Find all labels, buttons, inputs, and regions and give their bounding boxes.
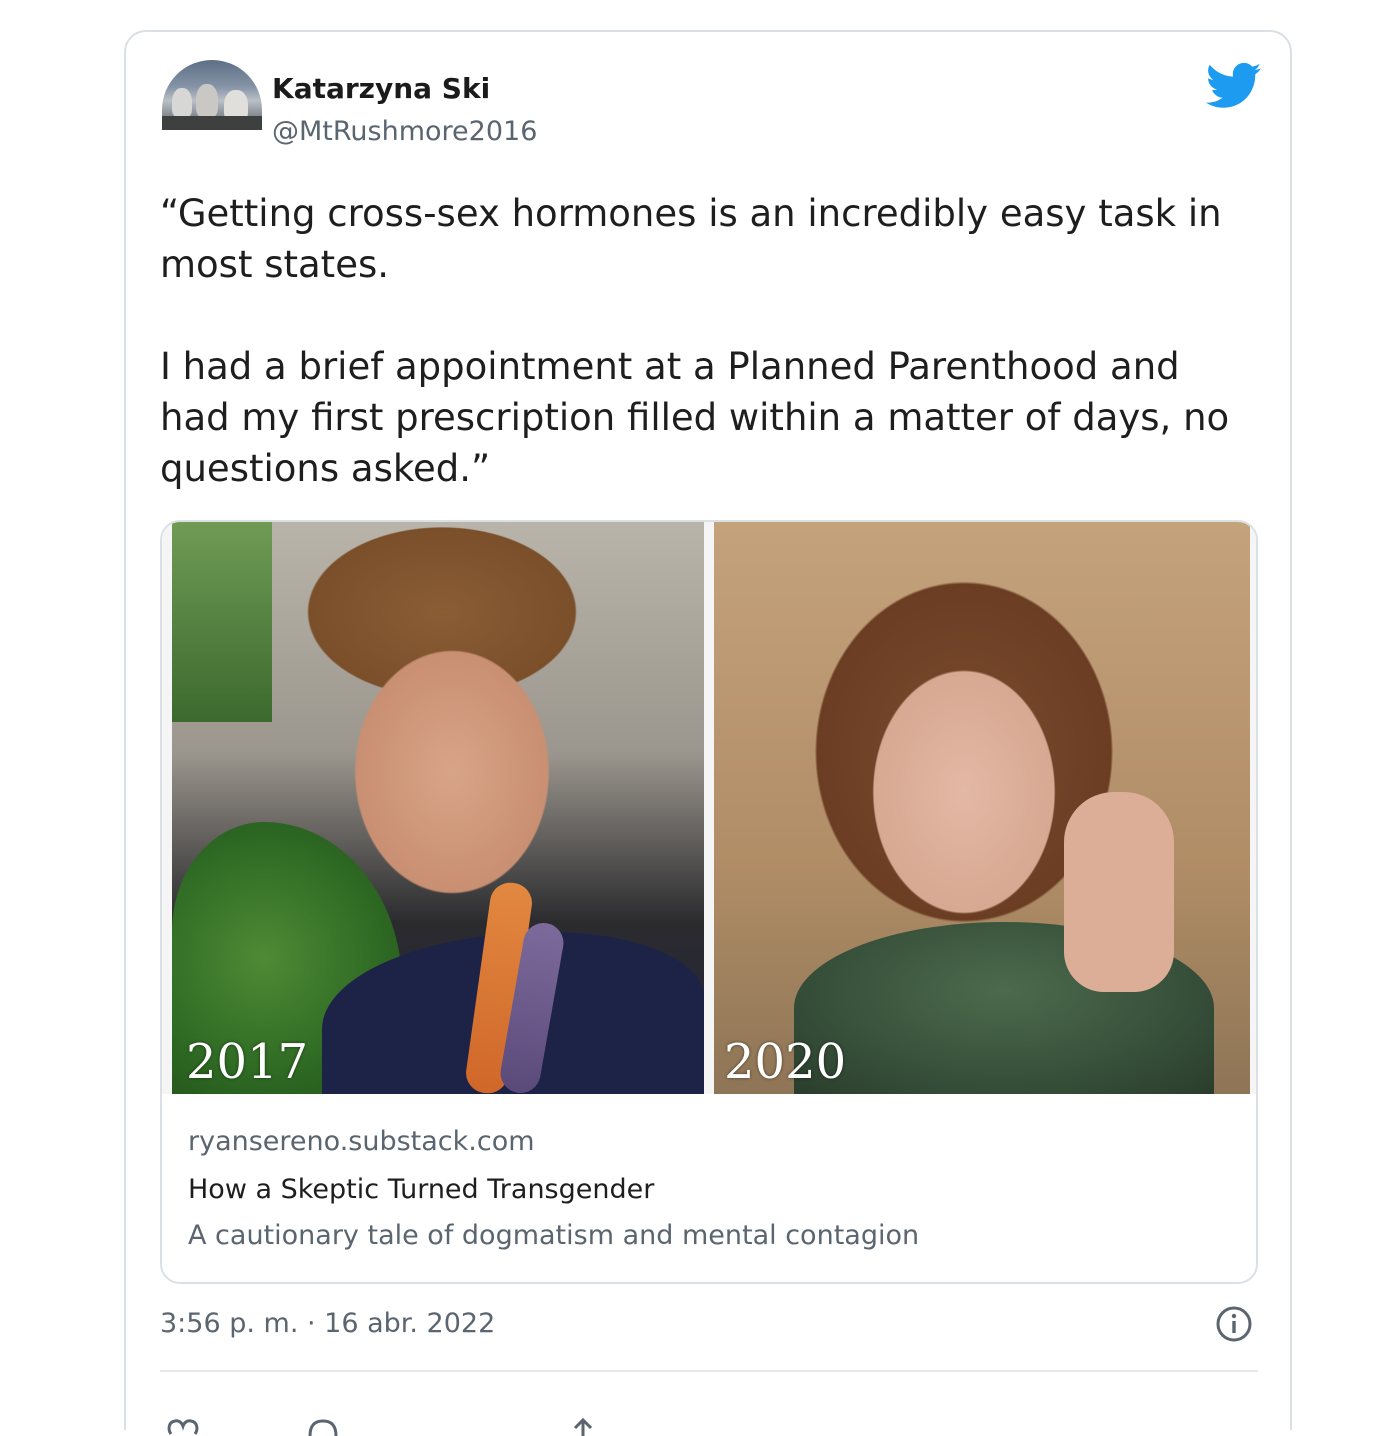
twitter-bird-icon[interactable] xyxy=(1206,62,1262,110)
author-handle[interactable]: @MtRushmore2016 xyxy=(272,116,537,147)
reply-icon[interactable] xyxy=(306,1416,340,1436)
link-description: A cautionary tale of dogmatism and menta… xyxy=(188,1220,920,1251)
car-window xyxy=(172,522,272,722)
tweet-timestamp[interactable]: 3:56 p. m. · 16 abr. 2022 xyxy=(160,1308,495,1339)
info-icon[interactable] xyxy=(1214,1304,1254,1344)
year-label-2017: 2017 xyxy=(186,1034,309,1090)
hand xyxy=(1064,792,1174,992)
divider xyxy=(160,1370,1258,1372)
link-title: How a Skeptic Turned Transgender xyxy=(188,1174,655,1205)
author-avatar[interactable] xyxy=(162,60,262,130)
avatar-ground xyxy=(162,116,262,130)
year-label-2020: 2020 xyxy=(724,1034,847,1090)
link-preview-card[interactable]: 2017 2020 ryansereno.substack.com How a … xyxy=(160,520,1258,1284)
tweet-text: “Getting cross-sex hormones is an incred… xyxy=(160,192,1230,490)
before-photo: 2017 xyxy=(172,522,704,1094)
author-name[interactable]: Katarzyna Ski xyxy=(272,72,490,105)
after-photo: 2020 xyxy=(714,522,1250,1094)
avatar-rock xyxy=(196,84,218,118)
link-preview-image[interactable]: 2017 2020 xyxy=(162,522,1256,1094)
link-domain: ryansereno.substack.com xyxy=(188,1126,535,1157)
share-icon[interactable] xyxy=(566,1416,600,1436)
like-icon[interactable] xyxy=(166,1416,200,1436)
avatar-rock xyxy=(172,88,192,118)
tweet-card[interactable]: Katarzyna Ski @MtRushmore2016 “Getting c… xyxy=(124,30,1292,1436)
